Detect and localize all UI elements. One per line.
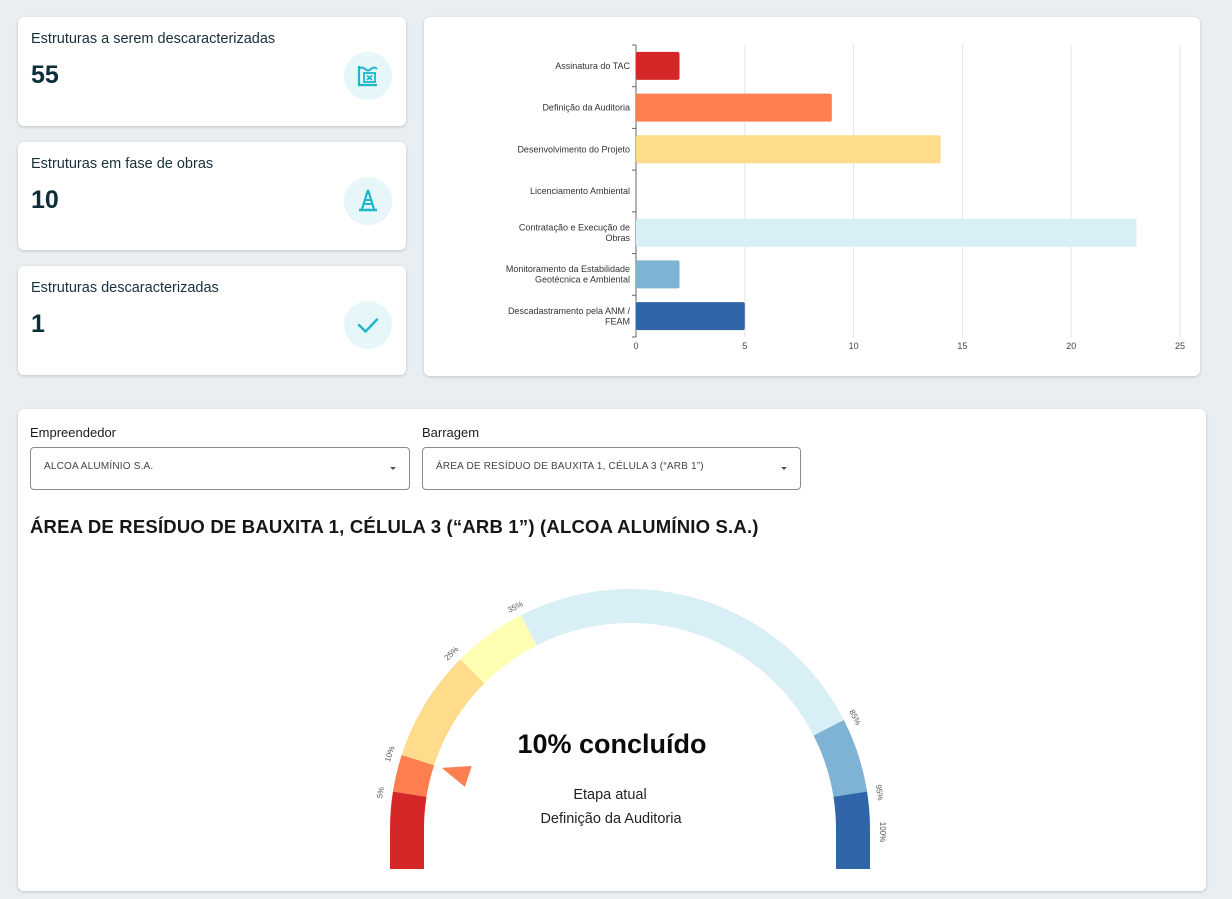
gauge-segment bbox=[521, 589, 844, 736]
category-label: Desenvolvimento do Projeto bbox=[517, 144, 630, 154]
gauge-tick-label: 5% bbox=[375, 786, 386, 799]
gauge-tick-label: 10% bbox=[383, 745, 397, 763]
gauge-segment bbox=[813, 720, 868, 797]
stat-card-in-works: Estruturas em fase de obras 10 bbox=[18, 142, 406, 250]
bar[interactable] bbox=[636, 51, 680, 80]
bar[interactable] bbox=[636, 218, 1137, 247]
x-tick-label: 0 bbox=[633, 341, 638, 351]
stat-title: Estruturas em fase de obras bbox=[31, 156, 214, 172]
gauge-tick-label: 25% bbox=[443, 645, 461, 663]
category-label: Assinatura do TAC bbox=[555, 61, 630, 71]
stat-value: 55 bbox=[31, 61, 59, 89]
stat-title: Estruturas a serem descaracterizadas bbox=[31, 31, 276, 47]
x-tick-label: 10 bbox=[849, 341, 859, 351]
structure-detail-card: Empreendedor ALCOA ALUMÍNIO S.A. Barrage… bbox=[18, 409, 1206, 891]
gauge-stage-caption: Etapa atual bbox=[573, 787, 646, 803]
category-label: Contratação e Execução de Obras bbox=[519, 222, 631, 243]
stage-distribution-bar-chart: 0 5 10 15 20 25 Assinatura do TAC Definição da … bbox=[506, 44, 1185, 351]
gauge-completed-text: 10% concluído bbox=[517, 729, 706, 759]
category-label: Licenciamento Ambiental bbox=[530, 186, 630, 196]
gauge-segment-base-left bbox=[390, 829, 424, 869]
gauge-segment bbox=[833, 791, 870, 829]
stat-value: 10 bbox=[31, 186, 59, 214]
bar[interactable] bbox=[636, 260, 680, 289]
stat-title: Estruturas descaracterizadas bbox=[31, 280, 219, 296]
gauge-segment bbox=[390, 791, 427, 829]
x-tick-label: 5 bbox=[742, 341, 747, 351]
check-icon bbox=[344, 301, 392, 349]
bar[interactable] bbox=[636, 302, 745, 331]
dam-icon bbox=[344, 52, 392, 100]
x-tick-label: 15 bbox=[957, 341, 967, 351]
category-label: Monitoramento da Estabilidade Geotécnica … bbox=[506, 264, 630, 284]
stat-card-decharacterized: Estruturas descaracterizadas 1 bbox=[18, 266, 406, 375]
gauge-tick-label: 35% bbox=[506, 599, 524, 614]
gauge-tick-label: 85% bbox=[847, 708, 862, 726]
x-tick-label: 25 bbox=[1175, 341, 1185, 351]
stat-value: 1 bbox=[31, 310, 45, 338]
stat-card-to-decharacterize: Estruturas a serem descaracterizadas 55 bbox=[18, 17, 406, 126]
bar[interactable] bbox=[636, 135, 941, 164]
gauge-tick-label: 95% bbox=[874, 784, 885, 801]
category-label: Descadastramento pela ANM / FEAM bbox=[508, 306, 631, 327]
stage-distribution-chart-card: 0 5 10 15 20 25 Assinatura do TAC Definição da … bbox=[424, 17, 1200, 376]
progress-gauge: 10% concluído Etapa atual Definição da A… bbox=[375, 589, 887, 869]
gauge-stage-name: Definição da Auditoria bbox=[540, 811, 682, 827]
category-label: Definição da Auditoria bbox=[542, 103, 630, 113]
gauge-tick-label: 100% bbox=[878, 822, 887, 842]
x-tick-label: 20 bbox=[1066, 341, 1076, 351]
gauge-pointer bbox=[441, 766, 472, 787]
gauge-segment-base-right bbox=[836, 829, 870, 869]
traffic-cone-icon bbox=[344, 177, 392, 225]
gauge-segment bbox=[401, 659, 485, 766]
bar[interactable] bbox=[636, 93, 832, 122]
